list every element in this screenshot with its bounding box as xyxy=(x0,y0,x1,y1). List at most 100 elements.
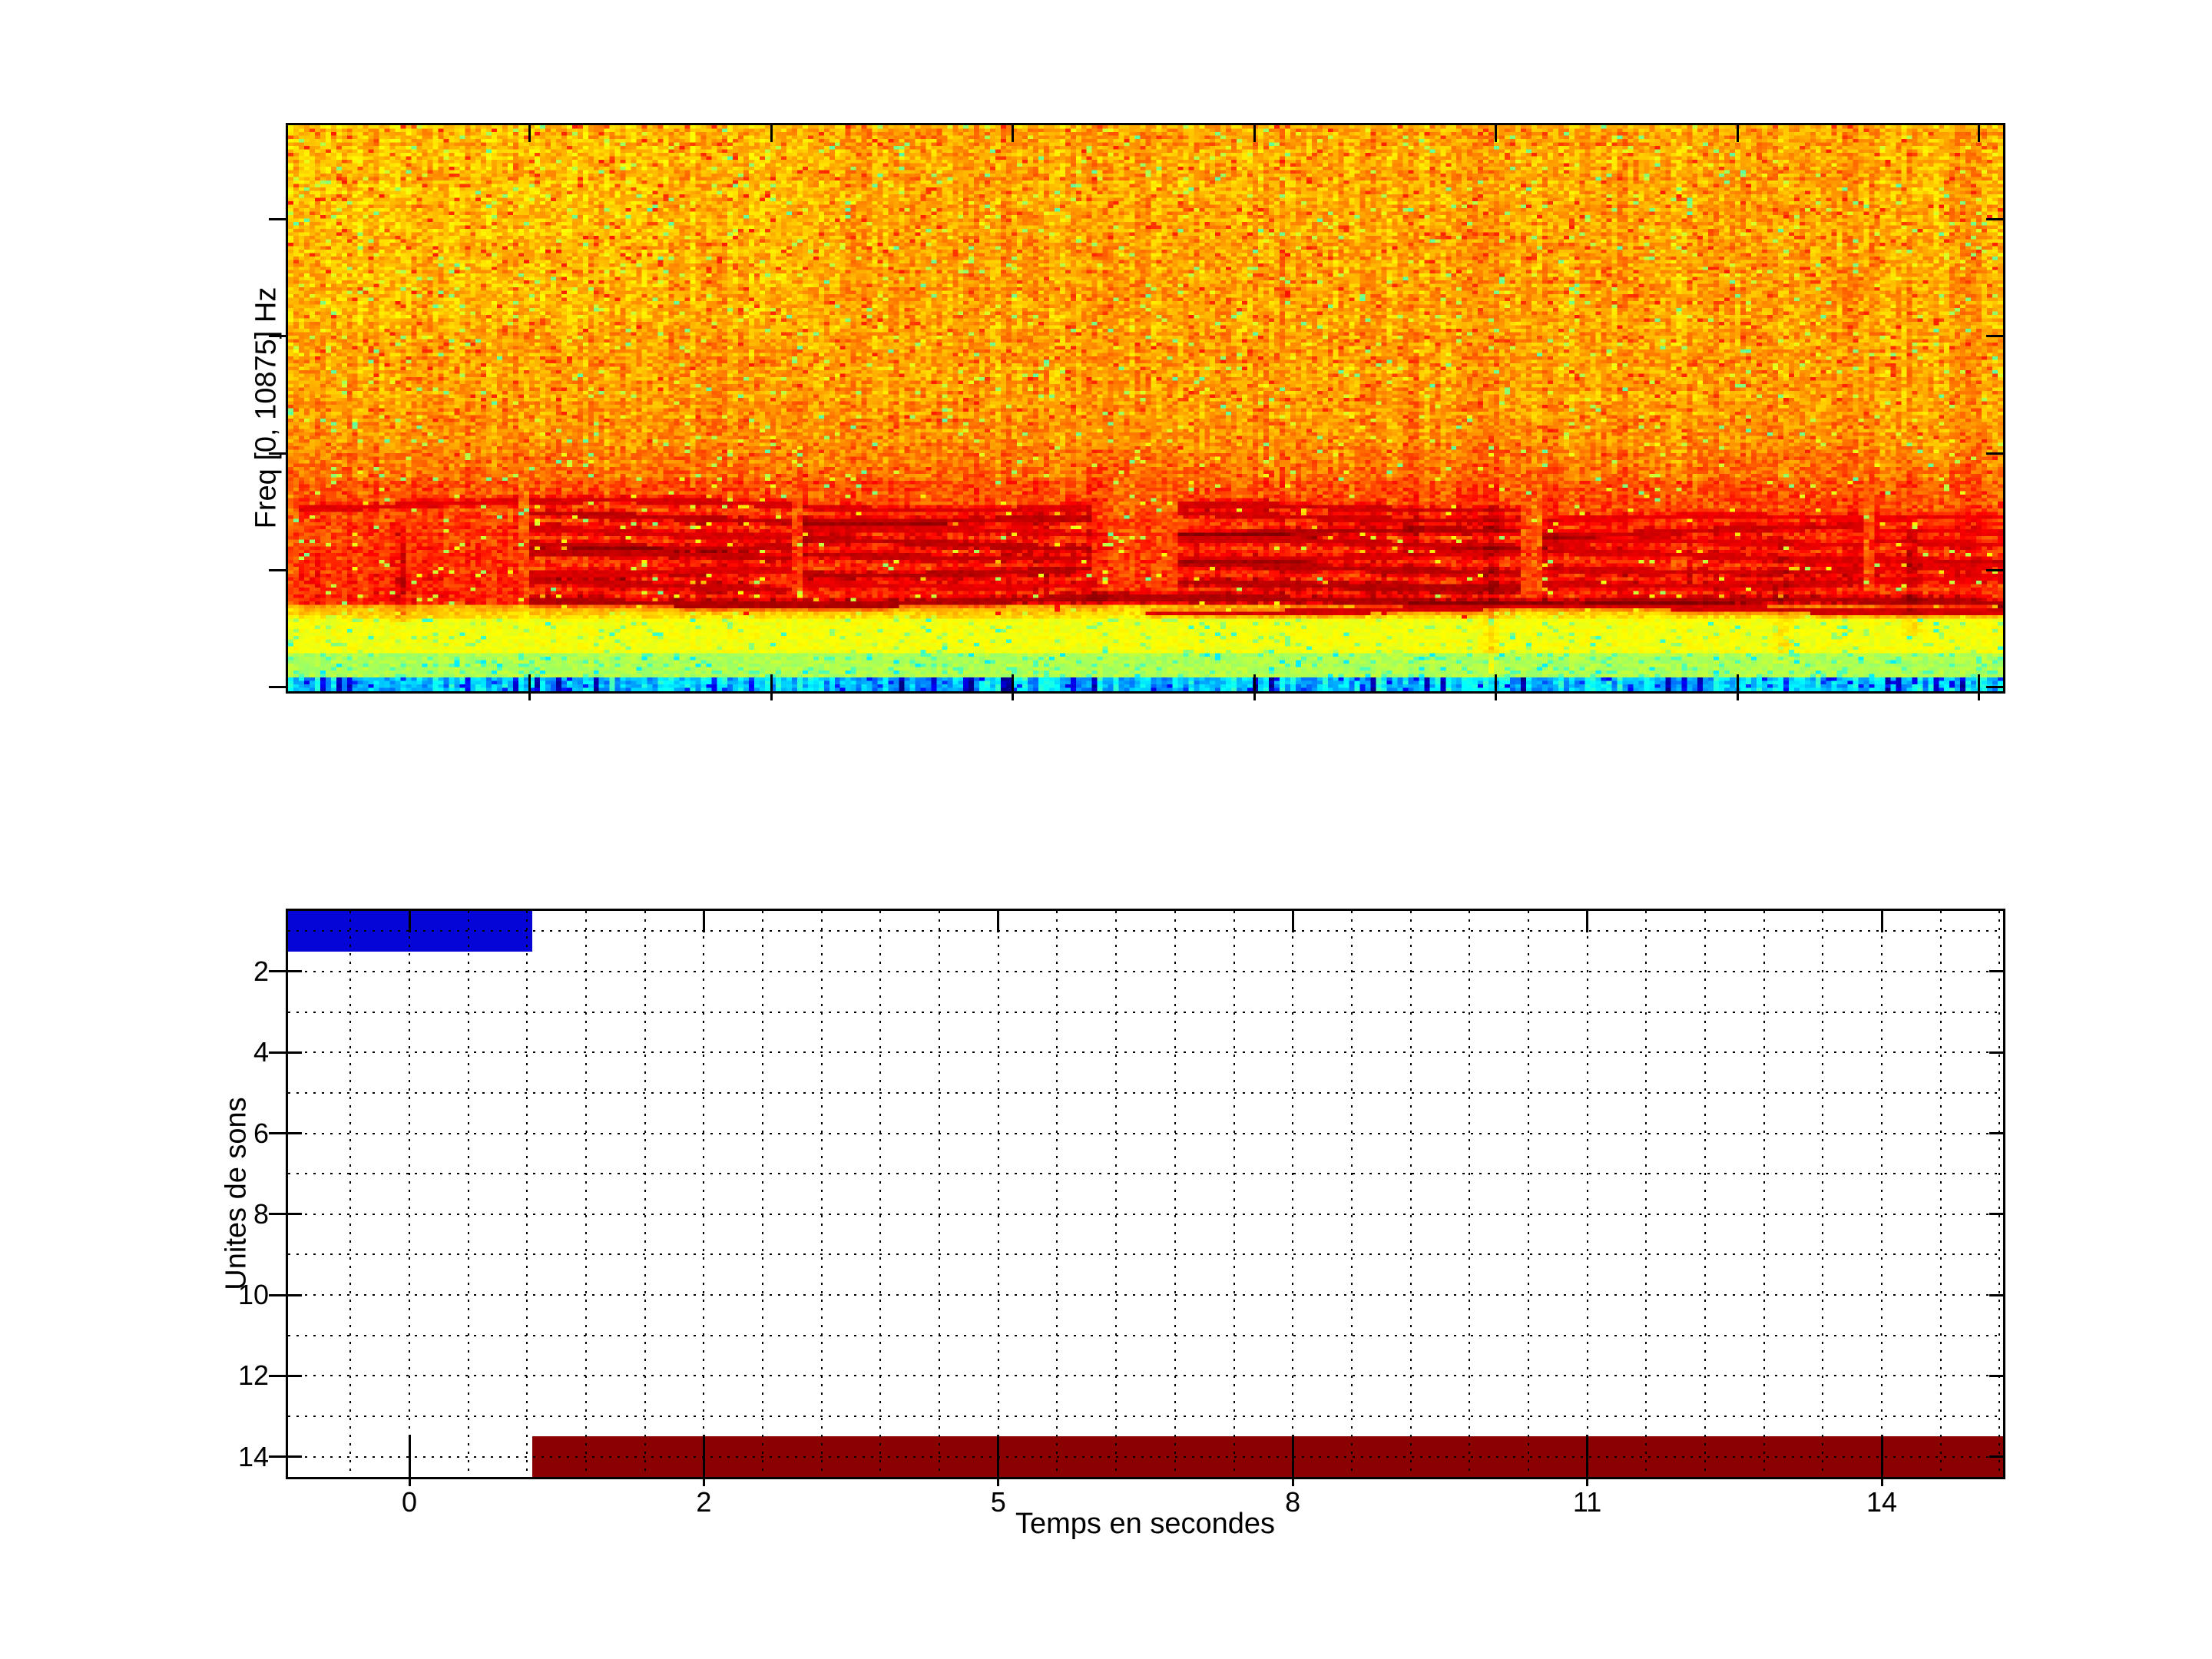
grid-line-horizontal xyxy=(288,1051,2003,1053)
x-tick-bottom xyxy=(1737,674,1739,691)
grid-line-horizontal xyxy=(288,1456,2003,1458)
y-tick-right xyxy=(1986,569,2003,571)
grid-line-vertical xyxy=(644,911,646,1477)
x-tick-bottom xyxy=(528,674,531,691)
x-tick-bottom xyxy=(1292,1435,1294,1477)
y-tick-left xyxy=(269,686,288,688)
y-tick-label: 8 xyxy=(177,1197,269,1231)
x-tick-top xyxy=(1292,911,1294,932)
x-tick-top xyxy=(1978,125,1980,142)
grid-line-vertical xyxy=(1174,911,1176,1477)
y-tick-right-inner xyxy=(1989,1213,2003,1215)
y-tick-right-inner xyxy=(1989,1294,2003,1296)
grid-line-vertical xyxy=(1940,911,1942,1477)
grid-line-vertical xyxy=(1292,911,1293,1477)
x-tick-bottom xyxy=(1012,674,1014,691)
spectrogram-ylabel: Freq [0, 10875] Hz xyxy=(250,287,283,529)
y-tick-right xyxy=(1986,452,2003,455)
x-tick-top xyxy=(770,125,773,142)
y-tick-right-inner xyxy=(1989,970,2003,972)
x-tick-top xyxy=(1586,911,1588,932)
x-tick-top xyxy=(1881,911,1883,932)
grid-line-vertical xyxy=(939,911,940,1477)
y-tick-label: 10 xyxy=(177,1278,269,1312)
grid-line-horizontal xyxy=(288,1012,2003,1013)
y-tick-left-inner xyxy=(288,970,302,972)
grid-line-vertical xyxy=(349,911,351,1477)
x-tick-label: 8 xyxy=(1285,1485,1300,1519)
x-tick-top xyxy=(409,911,411,932)
y-tick-left xyxy=(269,218,288,220)
x-tick-label: 2 xyxy=(696,1485,711,1519)
x-tick-label: 14 xyxy=(1866,1485,1897,1519)
x-tick-top xyxy=(997,911,999,932)
grid-line-horizontal xyxy=(288,1173,2003,1174)
y-tick-label: 2 xyxy=(177,955,269,988)
grid-line-vertical xyxy=(1763,911,1765,1477)
y-tick-left-inner xyxy=(288,1455,302,1458)
grid-line-vertical xyxy=(585,911,587,1477)
grid-line-vertical xyxy=(1115,911,1117,1477)
x-tick-bottom xyxy=(770,674,773,691)
grid-line-vertical xyxy=(1233,911,1235,1477)
x-tick-top xyxy=(1253,125,1256,142)
grid-line-vertical xyxy=(1410,911,1412,1477)
grid-line-horizontal xyxy=(288,1375,2003,1376)
grid-line-horizontal xyxy=(288,1335,2003,1336)
grid-line-vertical xyxy=(1528,911,1529,1477)
x-tick-bottom-outer xyxy=(1012,694,1014,700)
x-tick-bottom-outer xyxy=(1495,694,1497,700)
grid-line-vertical xyxy=(1998,911,2000,1477)
grid-line-horizontal xyxy=(288,1416,2003,1417)
x-tick-top xyxy=(528,125,531,142)
x-tick-label: 11 xyxy=(1573,1485,1601,1519)
grid-line-horizontal xyxy=(288,971,2003,972)
y-tick-outer xyxy=(269,1294,288,1296)
y-tick-left-inner xyxy=(288,1132,302,1134)
x-tick-bottom-outer xyxy=(1253,694,1256,700)
y-tick-left-inner xyxy=(288,1051,302,1054)
time-xlabel: Temps en secondes xyxy=(1015,1508,1275,1541)
grid-line-vertical xyxy=(1704,911,1706,1477)
y-tick-right xyxy=(1986,335,2003,337)
x-tick-bottom xyxy=(703,1435,705,1477)
grid-line-vertical xyxy=(762,911,763,1477)
grid-line-vertical xyxy=(1645,911,1647,1477)
x-tick-bottom xyxy=(1495,674,1497,691)
grid-line-vertical xyxy=(879,911,881,1477)
grid-line-horizontal xyxy=(288,1294,2003,1296)
x-tick-top xyxy=(1012,125,1014,142)
matlab-figure: Freq [0, 10875] Hz Unites de sons Temps … xyxy=(0,0,2212,1659)
y-tick-left xyxy=(269,569,288,571)
grid-line-horizontal xyxy=(288,1214,2003,1215)
x-tick-bottom-outer xyxy=(1978,694,1980,700)
grid-line-vertical xyxy=(1469,911,1470,1477)
y-tick-label: 14 xyxy=(177,1440,269,1474)
y-tick-right-inner xyxy=(1989,1375,2003,1377)
y-tick-label: 6 xyxy=(177,1117,269,1151)
y-tick-label: 4 xyxy=(177,1035,269,1069)
grid-line-vertical xyxy=(1587,911,1588,1477)
grid-line-vertical xyxy=(1351,911,1353,1477)
y-tick-outer xyxy=(269,970,288,972)
x-tick-top xyxy=(1737,125,1739,142)
x-tick-bottom-outer xyxy=(528,694,531,700)
y-tick-left-inner xyxy=(288,1375,302,1377)
grid-line-vertical xyxy=(821,911,823,1477)
y-tick-outer xyxy=(269,1132,288,1134)
y-tick-outer xyxy=(269,1375,288,1377)
x-tick-bottom xyxy=(997,1435,999,1477)
y-tick-right xyxy=(1986,686,2003,688)
grid-line-vertical xyxy=(468,911,469,1477)
x-tick-bottom xyxy=(1978,674,1980,691)
x-tick-bottom-outer xyxy=(1737,694,1739,700)
x-tick-top xyxy=(1495,125,1497,142)
grid-line-vertical xyxy=(1881,911,1883,1477)
sound-units-plot xyxy=(286,909,2005,1479)
grid-line-vertical xyxy=(409,911,410,1477)
grid-line-vertical xyxy=(998,911,999,1477)
x-tick-bottom-outer xyxy=(770,694,773,700)
grid-line-vertical xyxy=(526,911,528,1477)
spectrogram-image xyxy=(288,125,2003,691)
x-tick-bottom xyxy=(409,1435,411,1477)
